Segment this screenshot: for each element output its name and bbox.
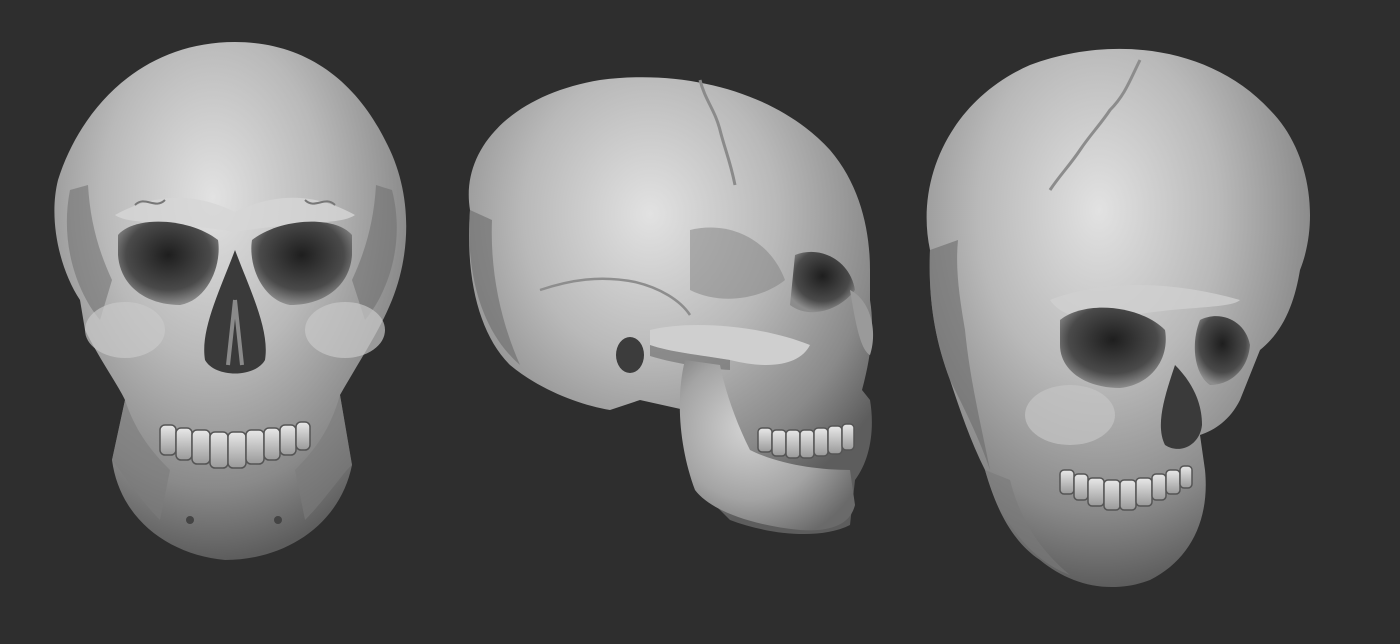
skull-front-view (54, 42, 407, 560)
skull-three-quarter-view (926, 48, 1310, 588)
sculpt-viewport (0, 0, 1400, 644)
skull-side-view (468, 77, 874, 535)
